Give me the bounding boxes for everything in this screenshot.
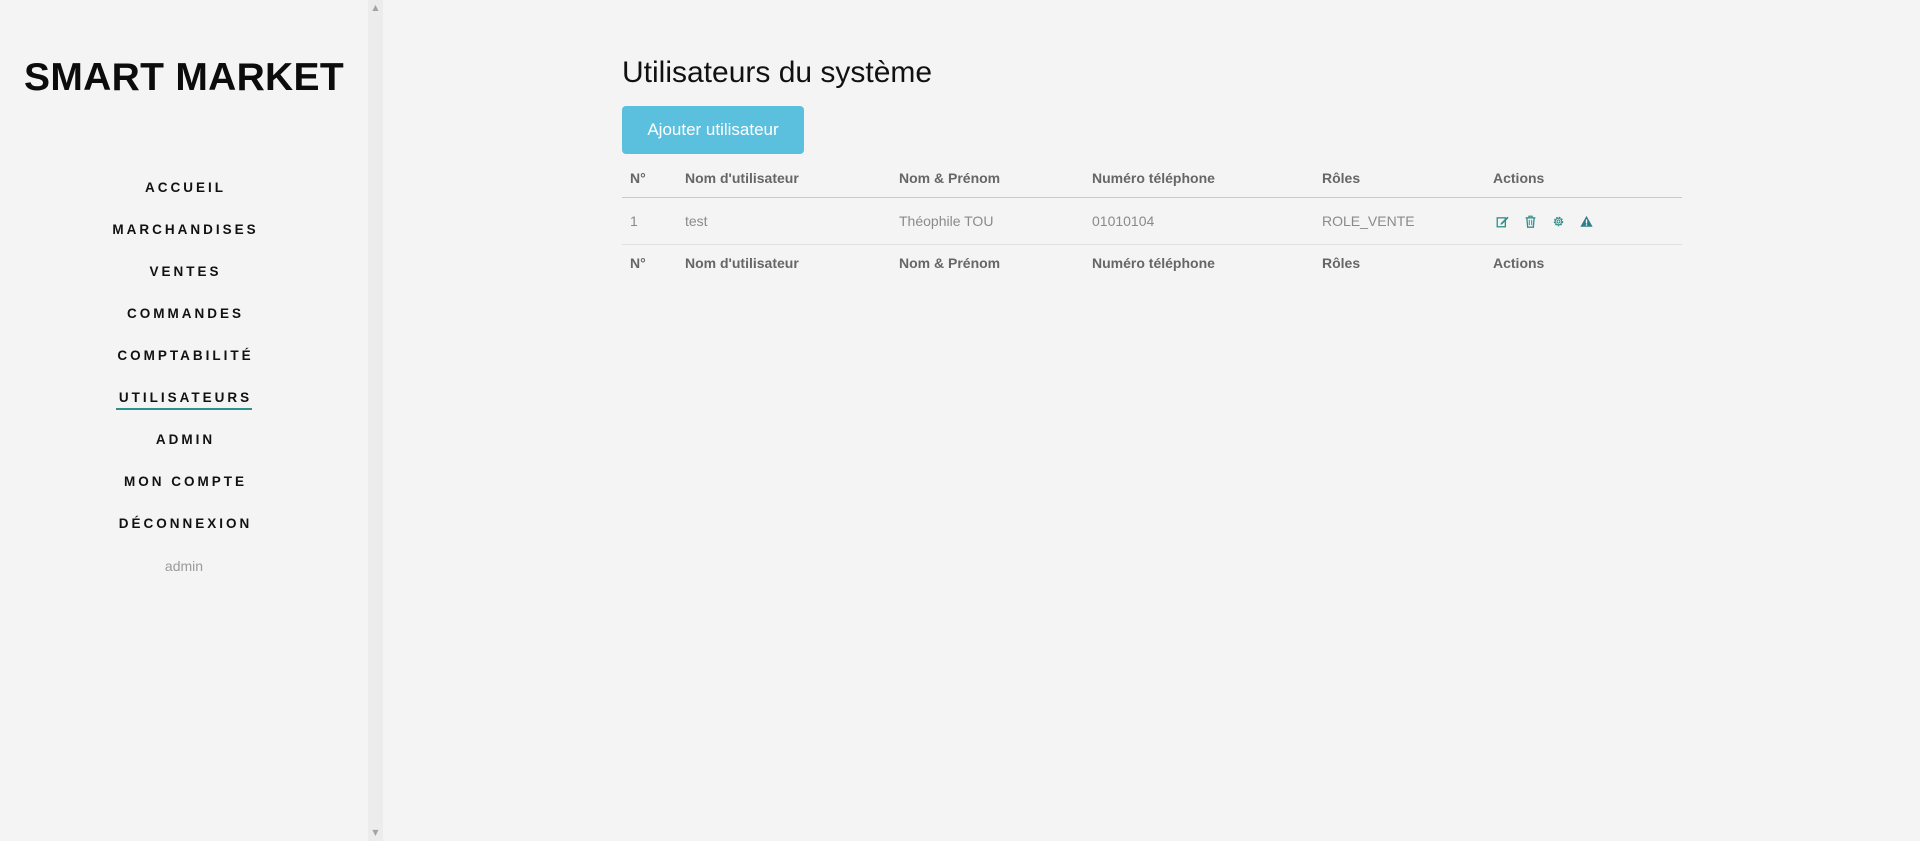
sidebar-item-admin[interactable]: ADMIN <box>153 428 215 452</box>
sidebar: SMART MARKET ACCUEIL MARCHANDISES VENTES… <box>0 0 368 841</box>
column-header-number[interactable]: N° <box>622 170 677 198</box>
sidebar-item-commandes[interactable]: COMMANDES <box>124 302 244 326</box>
gear-icon[interactable] <box>1549 212 1567 230</box>
current-user-label: admin <box>164 558 204 574</box>
sidebar-item-utilisateurs[interactable]: UTILISATEURS <box>115 388 253 410</box>
trash-icon[interactable] <box>1521 212 1539 230</box>
sidebar-scrollbar[interactable]: ▲ ▼ <box>368 0 383 841</box>
table-row: 1 test Théophile TOU 01010104 ROLE_VENTE <box>622 198 1682 245</box>
cell-username: test <box>685 213 708 229</box>
add-user-button[interactable]: Ajouter utilisateur <box>622 106 804 154</box>
sidebar-item-ventes[interactable]: VENTES <box>146 260 221 284</box>
column-header-phone[interactable]: Numéro téléphone <box>1084 170 1314 198</box>
column-header-fullname[interactable]: Nom & Prénom <box>891 170 1084 198</box>
users-table: N° Nom d'utilisateur Nom & Prénom Numéro… <box>622 170 1682 282</box>
page-title: Utilisateurs du système <box>622 56 933 89</box>
cell-actions <box>1485 198 1682 245</box>
column-header-username[interactable]: Nom d'utilisateur <box>677 170 891 198</box>
sidebar-item-mon-compte[interactable]: MON COMPTE <box>121 470 247 494</box>
warning-icon[interactable] <box>1577 212 1595 230</box>
cell-role: ROLE_VENTE <box>1322 213 1415 229</box>
sidebar-item-marchandises[interactable]: MARCHANDISES <box>109 218 258 242</box>
sidebar-item-comptabilite[interactable]: COMPTABILITÉ <box>114 344 253 368</box>
brand-title: SMART MARKET <box>24 56 344 99</box>
footer-header-fullname: Nom & Prénom <box>891 244 1084 282</box>
sidebar-item-accueil[interactable]: ACCUEIL <box>142 176 226 200</box>
footer-header-phone: Numéro téléphone <box>1084 244 1314 282</box>
sidebar-item-deconnexion[interactable]: DÉCONNEXION <box>116 512 253 536</box>
footer-header-actions: Actions <box>1485 244 1682 282</box>
footer-header-roles: Rôles <box>1314 244 1485 282</box>
edit-icon[interactable] <box>1493 212 1511 230</box>
column-header-actions: Actions <box>1485 170 1682 198</box>
table-header-row: N° Nom d'utilisateur Nom & Prénom Numéro… <box>622 170 1682 198</box>
sidebar-nav: ACCUEIL MARCHANDISES VENTES COMMANDES CO… <box>0 176 368 596</box>
column-header-roles[interactable]: Rôles <box>1314 170 1485 198</box>
scroll-down-arrow-icon[interactable]: ▼ <box>368 827 383 839</box>
footer-header-number: N° <box>622 244 677 282</box>
scroll-up-arrow-icon[interactable]: ▲ <box>368 2 383 14</box>
footer-header-username: Nom d'utilisateur <box>677 244 891 282</box>
cell-number: 1 <box>630 213 638 229</box>
table-footer-row: N° Nom d'utilisateur Nom & Prénom Numéro… <box>622 244 1682 282</box>
cell-phone: 01010104 <box>1092 213 1155 229</box>
cell-fullname: Théophile TOU <box>899 213 994 229</box>
